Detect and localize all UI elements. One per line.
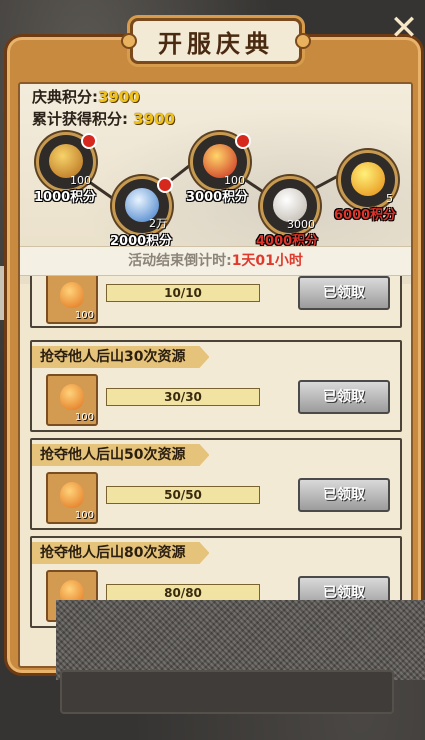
red-scroll-icon (203, 144, 237, 178)
countdown-bar: 活动结束倒计时:1天01小时 (20, 246, 411, 276)
red-dot-badge (157, 177, 173, 193)
task-title: 抢夺他人后山30次资源 (32, 346, 209, 368)
milestone-label: 3000积分 (186, 190, 249, 205)
total-score-value: 3900 (133, 110, 175, 128)
red-dot-badge (81, 133, 97, 149)
milestone-label: 6000积分 (334, 208, 397, 223)
milestone-1000[interactable]: 100 (36, 132, 97, 192)
resource-bag-icon (60, 384, 84, 410)
resource-bag-icon (60, 282, 84, 308)
panel-content: 庆典积分:3900 累计获得积分: 3900 100 1000积分 2万 200… (18, 82, 413, 668)
bottom-bar (60, 670, 394, 714)
task-list[interactable]: 100 10/10 已领取 抢夺他人后山30次资源 100 30/30 已领取 … (20, 276, 411, 628)
task-row: 100 10/10 已领取 (30, 276, 402, 328)
reward-item[interactable]: 100 (46, 276, 98, 324)
reward-qty: 100 (74, 510, 94, 521)
page-title: 开服庆典 (158, 28, 274, 58)
title-plate: 开服庆典 (121, 18, 311, 64)
task-title: 抢夺他人后山50次资源 (32, 444, 209, 466)
progress-text: 50/50 (164, 488, 202, 502)
milestone-2000[interactable]: 2万 (112, 176, 173, 236)
task-row: 抢夺他人后山50次资源 100 50/50 已领取 (30, 438, 402, 530)
reward-item[interactable]: 100 (46, 374, 98, 426)
milestone-4000[interactable]: 3000 (260, 176, 320, 236)
claimed-button[interactable]: 已领取 (298, 380, 390, 414)
treasure-chest-icon (49, 144, 83, 178)
reward-qty: 100 (74, 310, 94, 321)
task-progress-bar: 30/30 (106, 388, 260, 406)
title-knob-left (121, 33, 137, 49)
task-progress-bar: 50/50 (106, 486, 260, 504)
close-icon[interactable]: ✕ (386, 10, 422, 46)
milestone-label: 1000积分 (34, 190, 97, 205)
celebration-score-label: 庆典积分: (32, 88, 98, 106)
countdown-label: 活动结束倒计时: (128, 253, 232, 269)
obscured-overlay (56, 600, 425, 680)
total-score-label: 累计获得积分: (32, 110, 128, 128)
total-score: 累计获得积分: 3900 (32, 108, 175, 129)
milestone-count: 2万 (149, 217, 167, 230)
countdown-value: 1天01小时 (231, 253, 303, 269)
red-dot-badge (235, 133, 251, 149)
golden-orb-icon (351, 162, 385, 196)
progress-text: 10/10 (164, 286, 202, 300)
task-progress-bar: 10/10 (106, 284, 260, 302)
milestone-6000[interactable]: 5 (338, 150, 398, 210)
resource-bag-icon (60, 482, 84, 508)
reward-item[interactable]: 100 (46, 472, 98, 524)
milestone-3000[interactable]: 100 (190, 132, 251, 192)
celebration-score-value: 3900 (98, 88, 140, 106)
rice-sack-icon (273, 188, 307, 222)
task-row: 抢夺他人后山30次资源 100 30/30 已领取 (30, 340, 402, 432)
progress-text: 30/30 (164, 390, 202, 404)
progress-text: 80/80 (164, 586, 202, 600)
claimed-button[interactable]: 已领取 (298, 276, 390, 310)
task-title: 抢夺他人后山80次资源 (32, 542, 209, 564)
claimed-button[interactable]: 已领取 (298, 478, 390, 512)
title-knob-right (295, 33, 311, 49)
reward-qty: 100 (74, 412, 94, 423)
celebration-score: 庆典积分:3900 (32, 86, 140, 107)
